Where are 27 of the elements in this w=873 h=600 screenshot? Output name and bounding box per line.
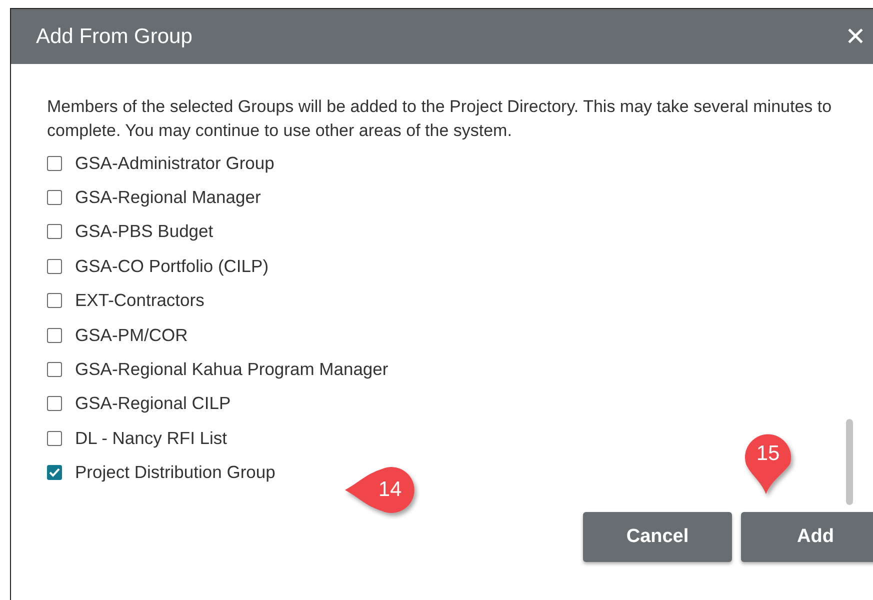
checkbox[interactable]	[47, 224, 62, 240]
group-label: GSA-PM/COR	[75, 324, 188, 346]
group-label: GSA-Regional Kahua Program Manager	[75, 359, 388, 380]
checkbox[interactable]	[47, 156, 62, 171]
checkbox[interactable]	[47, 465, 62, 480]
close-button[interactable]: ✕	[845, 22, 866, 51]
group-label: GSA-Administrator Group	[75, 152, 274, 174]
group-label: GSA-Regional Manager	[75, 187, 261, 208]
add-button[interactable]: Add	[741, 512, 873, 562]
group-label: GSA-PBS Budget	[75, 221, 214, 242]
checkbox[interactable]	[47, 396, 62, 412]
checkbox[interactable]	[47, 362, 62, 378]
group-label: EXT-Contractors	[75, 290, 204, 312]
checkbox[interactable]	[47, 328, 62, 343]
group-label: DL - Nancy RFI List	[75, 428, 228, 449]
checkbox[interactable]	[47, 258, 62, 274]
checkbox[interactable]	[47, 190, 62, 206]
checkbox[interactable]	[47, 293, 62, 308]
dialog-title: Add From Group	[36, 24, 192, 48]
group-label: Project Distribution Group	[75, 462, 276, 484]
scrollbar-thumb[interactable]	[846, 419, 853, 505]
group-label: GSA-Regional CILP	[75, 393, 231, 414]
checkbox[interactable]	[47, 430, 62, 446]
instructions-text: Members of the selected Groups will be added to the Project Directory. This may take several minutes to complete. You may continue to use other areas of the system.	[47, 96, 833, 142]
group-label: GSA-CO Portfolio (CILP)	[75, 256, 269, 277]
callout-badge: 14	[344, 466, 414, 514]
cancel-button[interactable]: Cancel	[583, 512, 732, 562]
